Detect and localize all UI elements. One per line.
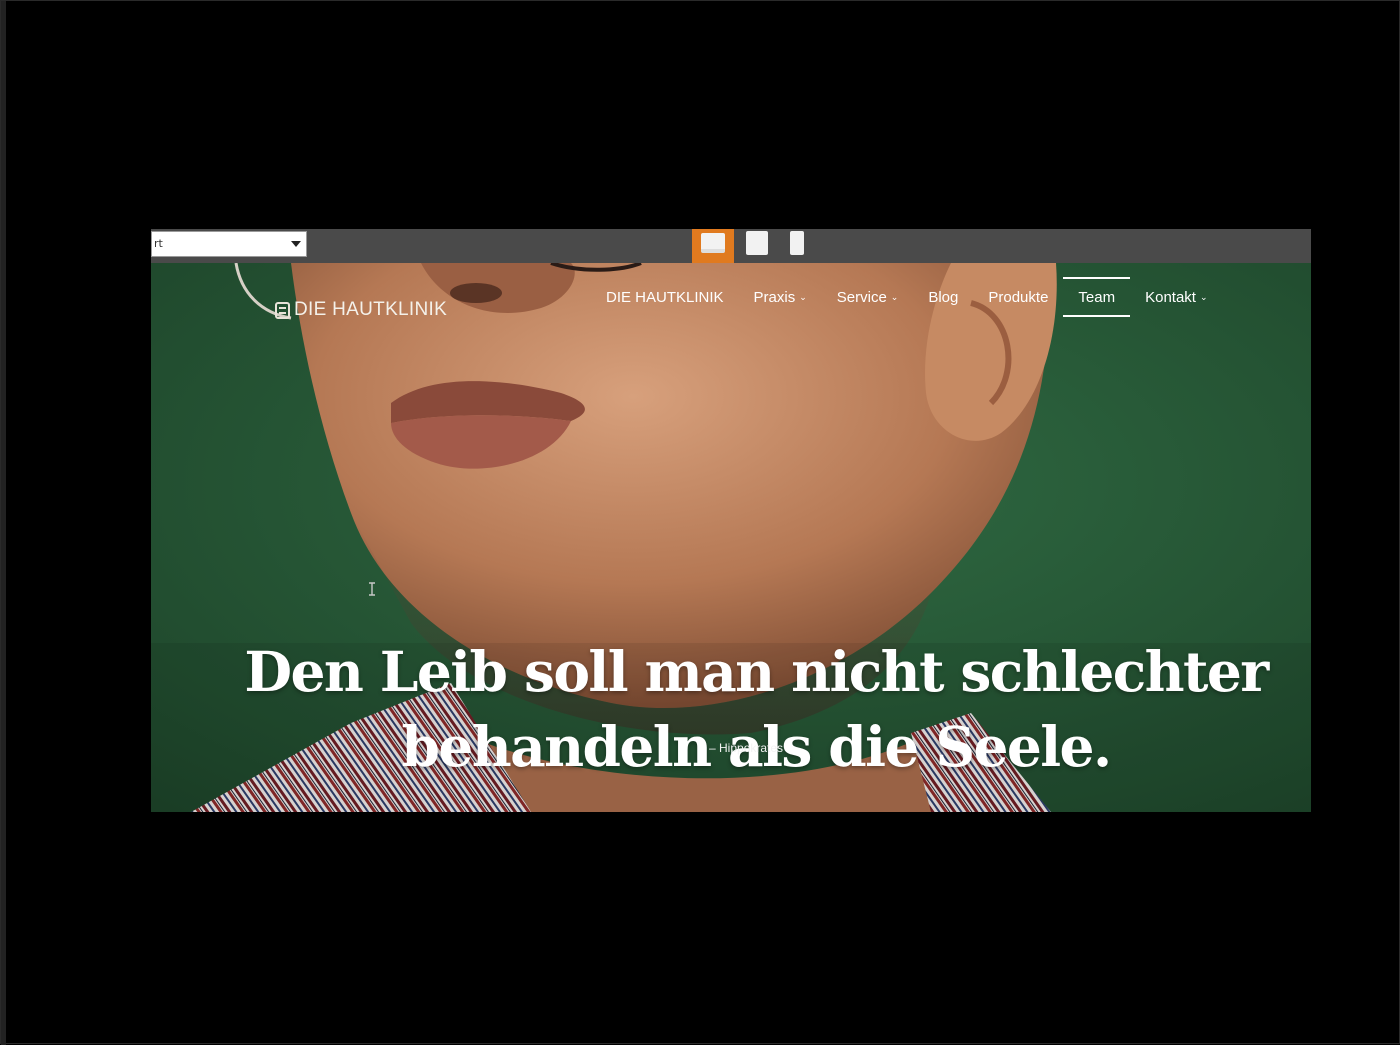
hero-section: DIE HAUTKLINIK DIE HAUTKLINIK Praxis ⌄ S… [151,263,1311,812]
nav-item-praxis[interactable]: Praxis ⌄ [739,279,822,315]
nav-item-service[interactable]: Service ⌄ [822,279,914,315]
quote-line-1: Den Leib soll man nicht schlechter [244,638,1269,704]
site-logo[interactable]: DIE HAUTKLINIK [275,299,447,321]
nav-label: Praxis [753,288,796,306]
page-select-value: rt [154,237,163,250]
phone-preview-button[interactable] [786,229,808,263]
nav-label: Kontakt [1145,288,1196,306]
tablet-icon [746,231,768,255]
chevron-down-icon: ⌄ [890,291,899,302]
dropdown-caret-icon [291,241,301,247]
nav-item-team[interactable]: Team [1063,277,1130,317]
nav-label: Service [836,288,887,306]
text-cursor-icon [369,582,375,596]
nav-item-die-hautklinik[interactable]: DIE HAUTKLINIK [591,279,739,315]
nav-label: Produkte [988,288,1049,306]
nav-item-produkte[interactable]: Produkte [973,279,1063,315]
chevron-down-icon: ⌄ [799,291,807,302]
app-window: rt DIE HAUTKLINIK DIE HAUTKLINIK Praxis … [0,0,1400,1045]
nav-item-kontakt[interactable]: Kontakt ⌄ [1130,279,1222,315]
logo-text: DIE HAUTKLINIK [294,299,448,320]
page-select-dropdown[interactable]: rt [151,231,307,257]
phone-icon [790,231,804,255]
hero-quote: Den Leib soll man nicht schlechter behan… [151,634,1311,784]
tablet-preview-button[interactable] [742,229,772,263]
nav-label: Team [1078,288,1116,306]
desktop-preview-button[interactable] [692,229,734,263]
nav-label: Blog [928,288,959,306]
preview-toolbar: rt [151,229,1311,264]
quote-attribution: – Hippokrates [709,741,784,755]
nav-label: DIE HAUTKLINIK [606,288,724,306]
main-navigation: DIE HAUTKLINIK Praxis ⌄ Service ⌄ Blog P… [591,277,1223,317]
clinic-logo-icon [275,301,290,319]
nav-item-blog[interactable]: Blog [913,279,973,315]
chevron-down-icon: ⌄ [1199,291,1208,302]
monitor-icon [701,233,725,253]
window-edge [1,1,6,1045]
